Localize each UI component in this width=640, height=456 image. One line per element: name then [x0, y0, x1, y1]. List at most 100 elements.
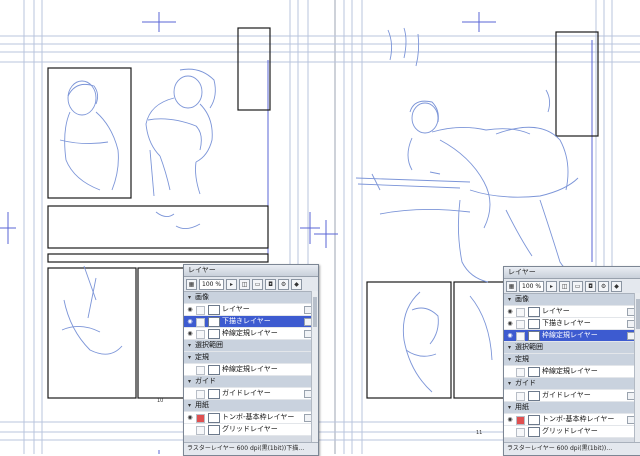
- options-icon[interactable]: ◆: [291, 278, 303, 290]
- layer-row[interactable]: ◉ 枠線定規レイヤー: [184, 328, 318, 340]
- layer-row[interactable]: 枠線定規レイヤー: [504, 366, 640, 378]
- layer-group-row[interactable]: ▾ 画像: [504, 294, 640, 306]
- layer-group-row[interactable]: ▾ 用紙: [184, 400, 318, 412]
- settings-icon[interactable]: ⚙: [278, 278, 290, 290]
- layer-label: レイヤー: [542, 307, 570, 315]
- layer-scrollbar[interactable]: [634, 293, 640, 443]
- layer-row[interactable]: ◉ トンボ-基本枠レイヤー: [504, 414, 640, 426]
- layer-row[interactable]: ガイドレイヤー: [504, 390, 640, 402]
- eye-icon[interactable]: ◉: [186, 318, 194, 325]
- layer-status: ラスターレイヤー 600 dpi(黒(1bit))下描…: [184, 442, 318, 455]
- zoom-arrow-icon[interactable]: ▸: [226, 278, 238, 290]
- layer-label: グリッドレイヤー: [542, 427, 598, 435]
- layer-panel-title[interactable]: レイヤー: [184, 265, 318, 277]
- layer-row[interactable]: ガイドレイヤー: [184, 388, 318, 400]
- lock-icon[interactable]: [196, 366, 205, 375]
- zoom-display[interactable]: 100 %: [199, 278, 225, 290]
- eye-icon[interactable]: ◉: [506, 416, 514, 423]
- right-page-number: 11: [476, 430, 483, 436]
- chevron-down-icon[interactable]: ▾: [506, 356, 513, 363]
- chevron-down-icon[interactable]: ▾: [506, 344, 513, 351]
- layer-row[interactable]: 枠線定規レイヤー: [184, 364, 318, 376]
- scroll-thumb[interactable]: [313, 297, 317, 327]
- lock-icon[interactable]: [516, 392, 525, 401]
- layer-panel-right[interactable]: レイヤー ▦ 100 % ▸ ◫ ▭ ◘ ⚙ ◆ ▾ 画像 ◉ レイヤー ◉ 下…: [503, 266, 640, 456]
- zoom-display[interactable]: 100 %: [519, 280, 545, 292]
- chevron-down-icon[interactable]: ▾: [506, 380, 513, 387]
- folder-icon[interactable]: ▭: [572, 280, 584, 292]
- layer-group-label: 用紙: [195, 401, 209, 409]
- layer-view-icon[interactable]: ▦: [186, 278, 197, 290]
- layer-thumbnail: [208, 425, 220, 435]
- layer-group-row[interactable]: ▾ 選択範囲: [184, 340, 318, 352]
- layer-group-row[interactable]: ▾ 定規: [184, 352, 318, 364]
- layer-row[interactable]: ◉ トンボ-基本枠レイヤー: [184, 412, 318, 424]
- layer-panel-left[interactable]: レイヤー ▦ 100 % ▸ ◫ ▭ ◘ ⚙ ◆ ▾ 画像 ◉ レイヤー ◉ 下…: [183, 264, 319, 456]
- layer-row[interactable]: ◉ 枠線定規レイヤー: [504, 330, 640, 342]
- layer-label: レイヤー: [222, 305, 250, 313]
- lock-icon[interactable]: [196, 318, 205, 327]
- lock-icon[interactable]: [516, 428, 525, 437]
- layer-row[interactable]: グリッドレイヤー: [184, 424, 318, 436]
- chevron-down-icon[interactable]: ▾: [506, 296, 513, 303]
- lock-icon[interactable]: [516, 308, 525, 317]
- lock-icon[interactable]: [516, 320, 525, 329]
- new-layer-icon[interactable]: ◫: [559, 280, 571, 292]
- layer-list: ▾ 画像 ◉ レイヤー ◉ 下描きレイヤー ◉ 枠線定規レイヤー ▾ 選択範囲: [184, 292, 318, 436]
- trash-icon[interactable]: ◘: [265, 278, 277, 290]
- eye-icon[interactable]: ◉: [186, 330, 194, 337]
- layer-group-row[interactable]: ▾ ガイド: [504, 378, 640, 390]
- layer-panel-title[interactable]: レイヤー: [504, 267, 640, 279]
- chevron-down-icon[interactable]: ▾: [186, 378, 193, 385]
- eye-icon[interactable]: ◉: [506, 320, 514, 327]
- layer-thumbnail: [208, 305, 220, 315]
- left-page-number: 10: [157, 398, 164, 404]
- chevron-down-icon[interactable]: ▾: [186, 342, 193, 349]
- layer-group-row[interactable]: ▾ ガイド: [184, 376, 318, 388]
- trash-icon[interactable]: ◘: [585, 280, 597, 292]
- eye-icon[interactable]: ◉: [506, 308, 514, 315]
- layer-row[interactable]: ◉ 下描きレイヤー: [504, 318, 640, 330]
- options-icon[interactable]: ◆: [611, 280, 623, 292]
- layer-group-row[interactable]: ▾ 定規: [504, 354, 640, 366]
- lock-icon[interactable]: [196, 306, 205, 315]
- layer-scrollbar[interactable]: [311, 291, 318, 443]
- chevron-down-icon[interactable]: ▾: [506, 404, 513, 411]
- layer-group-label: 定規: [515, 355, 529, 363]
- new-layer-icon[interactable]: ◫: [239, 278, 251, 290]
- lock-icon[interactable]: [516, 368, 525, 377]
- layer-row[interactable]: グリッドレイヤー: [504, 426, 640, 438]
- layer-thumbnail: [208, 389, 220, 399]
- layer-thumbnail: [528, 307, 540, 317]
- eye-icon[interactable]: ◉: [186, 414, 194, 421]
- layer-thumbnail: [208, 365, 220, 375]
- layer-thumbnail: [528, 391, 540, 401]
- lock-icon[interactable]: [516, 416, 525, 425]
- layer-row[interactable]: ◉ レイヤー: [504, 306, 640, 318]
- eye-icon[interactable]: ◉: [186, 306, 194, 313]
- lock-icon[interactable]: [196, 426, 205, 435]
- lock-icon[interactable]: [516, 332, 525, 341]
- eye-icon[interactable]: ◉: [506, 332, 514, 339]
- layer-label: ガイドレイヤー: [222, 389, 271, 397]
- scroll-thumb[interactable]: [636, 299, 640, 329]
- layer-group-row[interactable]: ▾ 用紙: [504, 402, 640, 414]
- layer-label: 下描きレイヤー: [222, 317, 271, 325]
- layer-row[interactable]: ◉ レイヤー: [184, 304, 318, 316]
- folder-icon[interactable]: ▭: [252, 278, 264, 290]
- zoom-arrow-icon[interactable]: ▸: [546, 280, 558, 292]
- lock-icon[interactable]: [196, 330, 205, 339]
- lock-icon[interactable]: [196, 390, 205, 399]
- layer-group-label: ガイド: [195, 377, 216, 385]
- layer-group-label: 選択範囲: [195, 341, 223, 349]
- chevron-down-icon[interactable]: ▾: [186, 354, 193, 361]
- layer-group-row[interactable]: ▾ 選択範囲: [504, 342, 640, 354]
- inner-frame-guides: [267, 40, 593, 262]
- layer-view-icon[interactable]: ▦: [506, 280, 517, 292]
- layer-group-row[interactable]: ▾ 画像: [184, 292, 318, 304]
- chevron-down-icon[interactable]: ▾: [186, 402, 193, 409]
- settings-icon[interactable]: ⚙: [598, 280, 610, 292]
- lock-icon[interactable]: [196, 414, 205, 423]
- layer-row[interactable]: ◉ 下描きレイヤー: [184, 316, 318, 328]
- chevron-down-icon[interactable]: ▾: [186, 294, 193, 301]
